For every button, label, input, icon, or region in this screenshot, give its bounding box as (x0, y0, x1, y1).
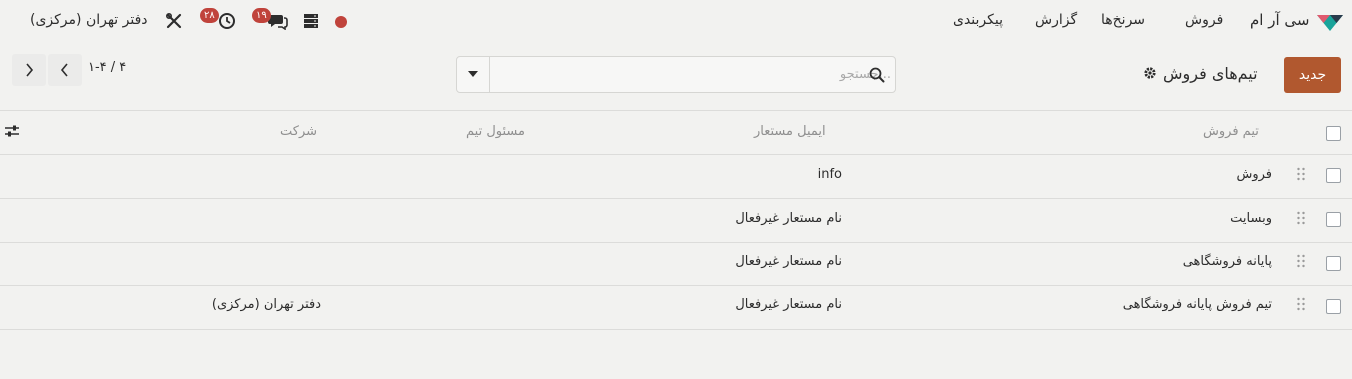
search-icon[interactable] (869, 67, 885, 83)
messages-badge: ۱۹ (252, 8, 271, 23)
activities-badge: ۲۸ (200, 8, 219, 23)
drag-handle-icon[interactable] (1296, 211, 1306, 225)
crm-app-logo-icon[interactable] (1315, 11, 1345, 33)
row-checkbox[interactable] (1326, 212, 1341, 227)
company-switcher[interactable]: دفتر تهران (مرکزی) (30, 12, 148, 28)
column-header-alias[interactable]: ایمیل مستعار (754, 124, 826, 139)
search-options-toggle[interactable] (457, 57, 490, 92)
cell-team-name: پایانه فروشگاهی (1182, 254, 1272, 269)
gear-icon[interactable] (1143, 66, 1157, 80)
optional-columns-sliders-icon[interactable] (4, 124, 20, 138)
search-bar (456, 56, 896, 93)
table-row[interactable]: تیم فروش پایانه فروشگاهی نام مستعار غیرف… (0, 286, 1352, 330)
drag-handle-icon[interactable] (1296, 254, 1306, 268)
search-input[interactable] (491, 57, 891, 92)
server-database-icon[interactable] (303, 13, 319, 29)
row-checkbox[interactable] (1326, 168, 1341, 183)
app-title[interactable]: سی آر ام (1250, 11, 1309, 29)
column-header-name[interactable]: تیم فروش (1203, 124, 1259, 139)
menu-item-leads[interactable]: سرنخ‌ها (1101, 12, 1145, 28)
table-row[interactable]: وبسایت نام مستعار غیرفعال (0, 199, 1352, 243)
drag-handle-icon[interactable] (1296, 167, 1306, 181)
page-title: تیم‌های فروش (1163, 64, 1258, 83)
activity-clock-icon[interactable] (218, 12, 236, 30)
menu-item-reporting[interactable]: گزارش (1035, 12, 1077, 28)
status-indicator-icon[interactable] (334, 15, 348, 29)
cell-team-name: فروش (1236, 167, 1272, 182)
table-row[interactable]: پایانه فروشگاهی نام مستعار غیرفعال (0, 243, 1352, 286)
row-checkbox[interactable] (1326, 256, 1341, 271)
cell-alias: نام مستعار غیرفعال (735, 254, 842, 269)
cell-team-name: وبسایت (1230, 211, 1272, 226)
cell-team-name: تیم فروش پایانه فروشگاهی (1122, 297, 1272, 312)
row-checkbox[interactable] (1326, 299, 1341, 314)
new-button[interactable]: جدید (1284, 57, 1341, 93)
cell-alias: نام مستعار غیرفعال (735, 297, 842, 312)
cell-alias: نام مستعار غیرفعال (735, 211, 842, 226)
column-header-leader[interactable]: مسئول تیم (466, 124, 525, 139)
debug-tools-icon[interactable] (165, 12, 183, 30)
pager-previous-button[interactable] (48, 54, 82, 86)
column-header-company[interactable]: شرکت (280, 124, 317, 139)
caret-down-icon (468, 71, 478, 77)
chevron-right-icon (26, 63, 34, 77)
drag-handle-icon[interactable] (1296, 297, 1306, 311)
top-navbar: سی آر ام فروش سرنخ‌ها گزارش پیکربندی دفت… (0, 0, 1352, 44)
pager-value[interactable]: ۱-۴ / ۴ (88, 60, 126, 75)
table-row[interactable]: فروش info (0, 155, 1352, 199)
pager-next-button[interactable] (12, 54, 46, 86)
chevron-left-icon (60, 63, 68, 77)
select-all-checkbox[interactable] (1326, 126, 1341, 141)
menu-item-configuration[interactable]: پیکربندی (953, 12, 1003, 28)
menu-item-sales[interactable]: فروش (1185, 12, 1223, 28)
messages-chat-icon[interactable] (268, 12, 288, 30)
table-header: تیم فروش ایمیل مستعار مسئول تیم شرکت (0, 110, 1352, 155)
cell-alias: info (817, 167, 842, 182)
cell-company: دفتر تهران (مرکزی) (211, 297, 321, 312)
